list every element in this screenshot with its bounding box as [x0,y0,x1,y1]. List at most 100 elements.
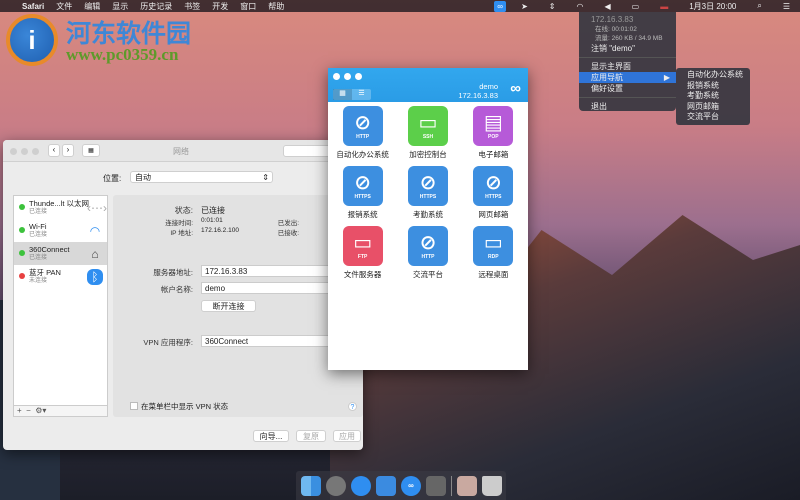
submenu-item[interactable]: 考勤系统 [687,91,750,102]
bluetooth-icon: ᛒ [87,269,103,285]
sent-label: 已发出: [277,220,299,227]
status-value: 已连接 [201,206,225,215]
downloads-folder-icon[interactable] [457,475,477,496]
service-list[interactable]: Thunde...lt 以太网 已连接 ‹⋯› Wi-Fi 已连接 ◠ 360Conne… [13,195,108,416]
show-all-icon[interactable]: ▦ [82,144,100,157]
submenu-item[interactable]: 网页邮箱 [687,102,750,113]
grid-view-icon[interactable]: ▦ [333,89,352,100]
vpn-lock-icon: ⌂ [91,247,99,261]
network-icon[interactable]: ⇕ [549,2,556,11]
revert-button[interactable]: 复原 [296,430,326,442]
launchpad-icon[interactable] [326,475,346,496]
service-wifi[interactable]: Wi-Fi 已连接 ◠ [14,219,107,242]
tile-glyph-icon: ▭ [353,232,373,254]
volume-icon[interactable]: ◀ [604,2,610,11]
submenu-item[interactable]: 报销系统 [687,81,750,92]
disconnect-button[interactable]: 断开连接 [201,300,256,312]
app-tile[interactable]: ⊘ HTTPS 网页邮箱 [461,166,526,220]
notification-icon[interactable]: ☰ [783,2,790,11]
zoom-button[interactable] [32,148,39,155]
location-icon[interactable]: ➤ [521,2,528,11]
tile-protocol: HTTPS [419,194,437,200]
minimize-button[interactable] [21,148,28,155]
assist-button[interactable]: 向导... [253,430,289,442]
server-address-field[interactable]: 172.16.3.83 [201,265,341,277]
add-service-button[interactable]: + [17,406,22,415]
submenu-item[interactable]: 自动化办公系统 [687,70,750,81]
vpn-app-icon[interactable]: ∞ [401,475,421,496]
tile-glyph-icon: ⊘ [484,172,502,194]
menu-help[interactable]: 帮助 [268,1,284,12]
trash-icon[interactable] [482,475,502,496]
menu-show-main[interactable]: 显示主界面 [579,61,676,72]
list-view-icon[interactable]: ☰ [352,89,371,100]
battery-icon[interactable]: ▭ [632,2,640,11]
menu-quit[interactable]: 退出 [579,101,676,112]
menu-logout[interactable]: 注销 "demo" [579,43,676,54]
app-tile[interactable]: ⊘ HTTP 自动化办公系统 [330,106,395,160]
app-tile[interactable]: ▭ RDP 远程桌面 [461,226,526,280]
status-dot [19,227,25,233]
back-button[interactable]: ‹ [48,144,60,157]
xcode-icon[interactable] [376,475,396,496]
submenu-item[interactable]: 交流平台 [687,112,750,123]
menu-history[interactable]: 历史记录 [140,1,172,12]
menu-app[interactable]: Safari [22,2,44,11]
app-tile-icon: ⊘ HTTPS [473,166,514,206]
wifi-icon[interactable]: ◠ [577,2,584,11]
service-bluetooth-pan[interactable]: 蓝牙 PAN 未连接 ᛒ [14,265,107,288]
close-button[interactable] [10,148,17,155]
finder-icon[interactable] [301,475,321,496]
tile-protocol: HTTPS [354,194,371,200]
menu-file[interactable]: 文件 [56,1,72,12]
clock[interactable]: 1月3日 20:00 [689,1,736,12]
menu-view[interactable]: 显示 [112,1,128,12]
app-tile[interactable]: ▭ FTP 文件服务器 [330,226,395,280]
forward-button[interactable]: › [62,144,74,157]
service-thunderbolt[interactable]: Thunde...lt 以太网 已连接 ‹⋯› [14,196,107,219]
vpn-status-menu: 172.16.3.83 在线: 00:01:02 流量: 260 KB / 34… [579,12,676,111]
flag-icon[interactable]: ▬ [660,2,668,11]
location-select[interactable]: 自动 ⇕ [130,171,273,183]
menu-bookmarks[interactable]: 书签 [184,1,200,12]
app-tile[interactable]: ▭ SSH 加密控制台 [395,106,460,160]
app-header: ▦ ☰ demo 172.16.3.83 ∞ [328,68,528,102]
account-name-field[interactable]: demo [201,282,341,294]
tile-glyph-icon: ⊘ [419,232,437,254]
safari-icon[interactable] [351,475,371,496]
menu-app-nav[interactable]: 应用导航 ▶ [579,72,676,83]
app-user: demo [479,82,498,91]
help-button[interactable]: ? [348,402,357,411]
spotlight-icon[interactable]: ⌕ [757,1,761,11]
vpn-status-icon[interactable]: ∞ [494,0,507,12]
gear-icon[interactable]: ⚙▾ [35,406,46,415]
status-dot [19,204,25,210]
remove-service-button[interactable]: − [26,406,31,415]
app-tile[interactable]: ⊘ HTTPS 考勤系统 [395,166,460,220]
zoom-button[interactable] [355,73,362,80]
menu-separator [579,57,676,58]
minimize-button[interactable] [344,73,351,80]
vpn-app-field[interactable]: 360Connect [201,335,341,347]
menu-develop[interactable]: 开发 [212,1,228,12]
app-tile[interactable]: ▤ POP 电子邮箱 [461,106,526,160]
menu-preferences[interactable]: 偏好设置 [579,83,676,94]
ip-value: 172.16.2.100 [201,227,239,234]
app-tile[interactable]: ⊘ HTTPS 报销系统 [330,166,395,220]
menu-window[interactable]: 窗口 [240,1,256,12]
system-preferences-icon[interactable] [426,475,446,496]
tile-label: 交流平台 [412,270,443,279]
menu-edit[interactable]: 编辑 [84,1,100,12]
app-tile-icon: ▭ FTP [342,226,383,266]
tile-label: 远程桌面 [478,270,509,279]
watermark-logo-icon: i [6,14,58,66]
app-tile[interactable]: ⊘ HTTP 交流平台 [395,226,460,280]
tile-glyph-icon: ⊘ [354,172,372,194]
connection-logo-icon[interactable]: ∞ [510,80,521,97]
close-button[interactable] [333,73,340,80]
service-360connect[interactable]: 360Connect 已连接 ⌂ [14,242,107,265]
watermark-url: www.pc0359.cn [66,45,179,64]
show-vpn-checkbox[interactable] [130,402,138,410]
vpn-app-label: VPN 应用程序: [143,338,193,347]
apply-button[interactable]: 应用 [333,430,361,442]
